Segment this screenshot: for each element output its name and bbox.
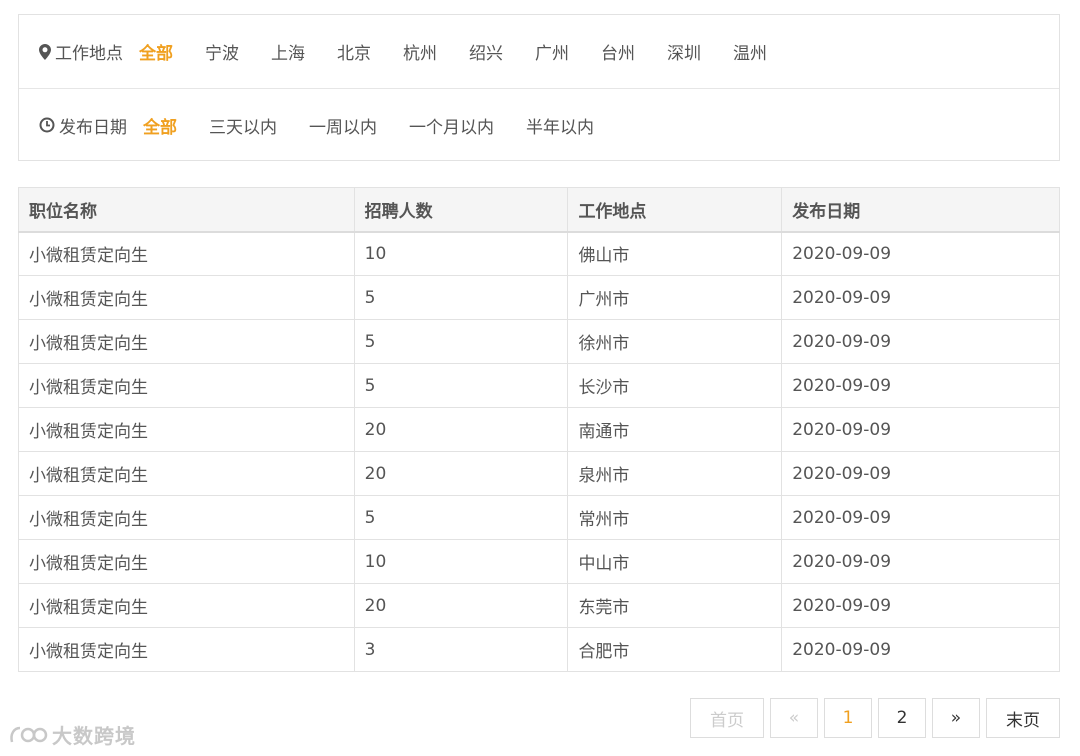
filter-panel: 工作地点 全部 宁波 上海 北京 杭州 绍兴 广州 台州 深圳 温州 发布日期 全部 三天以内 一周以… [18, 14, 1060, 161]
watermark: 大数跨境 [8, 720, 136, 749]
date-filter-label-text: 发布日期 [59, 117, 127, 138]
publish-date-cell: 2020-09-09 [781, 319, 1060, 364]
page-button-2[interactable]: 2 [878, 698, 926, 738]
jobs-table: 职位名称 招聘人数 工作地点 发布日期 小微租赁定向生 10 佛山市 2020-09-… [18, 187, 1060, 672]
publish-date-cell: 2020-09-09 [781, 627, 1060, 672]
headcount-cell: 20 [353, 451, 569, 496]
location-cell: 广州市 [567, 275, 783, 320]
date-option-0[interactable]: 全部 [143, 113, 177, 138]
location-option-3[interactable]: 北京 [337, 39, 371, 64]
location-option-9[interactable]: 温州 [733, 39, 767, 64]
date-option-3[interactable]: 一个月以内 [409, 113, 494, 138]
location-option-1[interactable]: 宁波 [205, 39, 239, 64]
location-cell: 南通市 [567, 407, 783, 452]
location-filter-label-text: 工作地点 [55, 44, 123, 64]
headcount-cell: 20 [353, 407, 569, 452]
table-row: 小微租赁定向生 20 东莞市 2020-09-09 [18, 583, 1060, 628]
headcount-cell: 5 [353, 319, 569, 364]
publish-date-cell: 2020-09-09 [781, 539, 1060, 584]
page-button-1[interactable]: 1 [824, 698, 872, 738]
date-option-1[interactable]: 三天以内 [209, 113, 277, 138]
publish-date-cell: 2020-09-09 [781, 407, 1060, 452]
table-row: 小微租赁定向生 5 广州市 2020-09-09 [18, 275, 1060, 320]
job-title-cell: 小微租赁定向生 [18, 275, 355, 320]
location-option-6[interactable]: 广州 [535, 39, 569, 64]
table-row: 小微租赁定向生 10 佛山市 2020-09-09 [18, 231, 1060, 276]
job-title-cell: 小微租赁定向生 [18, 231, 355, 276]
date-options: 全部 三天以内 一周以内 一个月以内 半年以内 [143, 113, 626, 138]
map-pin-icon [39, 43, 51, 60]
location-cell: 东莞市 [567, 583, 783, 628]
location-option-4[interactable]: 杭州 [403, 39, 437, 64]
headcount-cell: 20 [353, 583, 569, 628]
table-header-row: 职位名称 招聘人数 工作地点 发布日期 [18, 187, 1060, 233]
job-title-cell: 小微租赁定向生 [18, 319, 355, 364]
location-cell: 合肥市 [567, 627, 783, 672]
location-options: 全部 宁波 上海 北京 杭州 绍兴 广州 台州 深圳 温州 [139, 39, 799, 64]
job-title-cell: 小微租赁定向生 [18, 495, 355, 540]
location-option-7[interactable]: 台州 [601, 39, 635, 64]
job-title-cell: 小微租赁定向生 [18, 539, 355, 584]
last-page-button[interactable]: 末页 [986, 698, 1060, 738]
location-cell: 常州市 [567, 495, 783, 540]
job-title-cell: 小微租赁定向生 [18, 363, 355, 408]
jobs-table-body: 小微租赁定向生 10 佛山市 2020-09-09 小微租赁定向生 5 广州市 2020-09… [18, 231, 1060, 672]
header-job-title: 职位名称 [18, 187, 355, 233]
location-filter-row: 工作地点 全部 宁波 上海 北京 杭州 绍兴 广州 台州 深圳 温州 [19, 15, 1059, 88]
watermark-logo-icon [10, 726, 48, 742]
headcount-cell: 10 [353, 539, 569, 584]
header-publish-date: 发布日期 [781, 187, 1060, 233]
next-page-button[interactable]: » [932, 698, 980, 738]
location-cell: 徐州市 [567, 319, 783, 364]
location-cell: 长沙市 [567, 363, 783, 408]
publish-date-cell: 2020-09-09 [781, 363, 1060, 408]
publish-date-cell: 2020-09-09 [781, 583, 1060, 628]
date-filter-row: 发布日期 全部 三天以内 一周以内 一个月以内 半年以内 [19, 88, 1059, 161]
headcount-cell: 5 [353, 275, 569, 320]
headcount-cell: 5 [353, 495, 569, 540]
job-title-cell: 小微租赁定向生 [18, 583, 355, 628]
pagination: 首页 « 1 2 » 末页 [690, 698, 1060, 738]
location-cell: 佛山市 [567, 231, 783, 276]
table-row: 小微租赁定向生 3 合肥市 2020-09-09 [18, 627, 1060, 672]
job-title-cell: 小微租赁定向生 [18, 451, 355, 496]
table-row: 小微租赁定向生 20 泉州市 2020-09-09 [18, 451, 1060, 496]
location-cell: 中山市 [567, 539, 783, 584]
headcount-cell: 5 [353, 363, 569, 408]
location-option-5[interactable]: 绍兴 [469, 39, 503, 64]
location-option-2[interactable]: 上海 [271, 39, 305, 64]
job-title-cell: 小微租赁定向生 [18, 627, 355, 672]
publish-date-cell: 2020-09-09 [781, 495, 1060, 540]
location-option-8[interactable]: 深圳 [667, 39, 701, 64]
date-option-4[interactable]: 半年以内 [526, 113, 594, 138]
header-location: 工作地点 [567, 187, 783, 233]
table-row: 小微租赁定向生 5 长沙市 2020-09-09 [18, 363, 1060, 408]
publish-date-cell: 2020-09-09 [781, 231, 1060, 276]
table-row: 小微租赁定向生 10 中山市 2020-09-09 [18, 539, 1060, 584]
table-row: 小微租赁定向生 5 常州市 2020-09-09 [18, 495, 1060, 540]
job-title-cell: 小微租赁定向生 [18, 407, 355, 452]
location-filter-label: 工作地点 [39, 39, 123, 64]
watermark-text: 大数跨境 [52, 724, 136, 748]
publish-date-cell: 2020-09-09 [781, 275, 1060, 320]
publish-date-cell: 2020-09-09 [781, 451, 1060, 496]
date-filter-label: 发布日期 [39, 113, 127, 138]
first-page-button[interactable]: 首页 [690, 698, 764, 738]
table-row: 小微租赁定向生 20 南通市 2020-09-09 [18, 407, 1060, 452]
prev-page-button[interactable]: « [770, 698, 818, 738]
location-option-0[interactable]: 全部 [139, 39, 173, 64]
table-row: 小微租赁定向生 5 徐州市 2020-09-09 [18, 319, 1060, 364]
headcount-cell: 3 [353, 627, 569, 672]
clock-icon [39, 117, 55, 133]
headcount-cell: 10 [353, 231, 569, 276]
location-cell: 泉州市 [567, 451, 783, 496]
date-option-2[interactable]: 一周以内 [309, 113, 377, 138]
header-headcount: 招聘人数 [353, 187, 569, 233]
